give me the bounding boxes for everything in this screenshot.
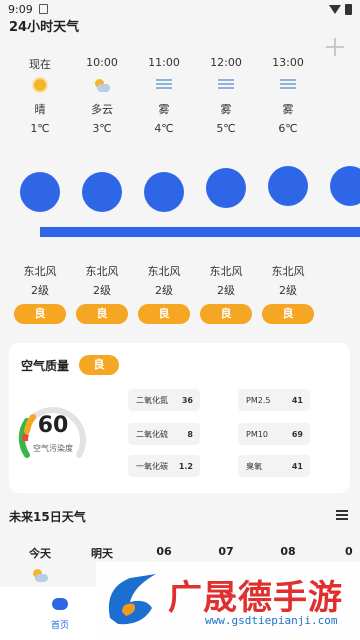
forecast-day[interactable]: 明天 — [71, 545, 133, 561]
hour-wind-direction: 东北风 — [147, 265, 181, 278]
hour-aqi-badge: 良 — [200, 304, 252, 324]
hour-aqi-badge: 良 — [14, 304, 66, 324]
pollutant-value: 69 — [291, 429, 303, 439]
menu-icon[interactable] — [336, 510, 348, 520]
hour-temperature: 3℃ — [92, 122, 112, 135]
fog-icon — [156, 79, 172, 89]
pollutant-item: PM2.5 41 — [238, 389, 310, 411]
forecast-title: 未来15日天气 — [9, 510, 86, 524]
pollutant-item: 二氧化氮 36 — [128, 389, 200, 411]
hour-condition: 晴 — [34, 103, 46, 116]
forecast-day[interactable]: 08 — [257, 545, 319, 558]
pollutant-name: 一氧化碳 — [136, 461, 168, 471]
hour-temperature: 6℃ — [278, 122, 298, 135]
watermark-url: www.gsdtiepianji.com — [205, 614, 338, 627]
hour-condition: 雾 — [158, 103, 170, 116]
pollutant-value: 1.2 — [178, 461, 193, 471]
status-time: 9:09 — [8, 2, 33, 16]
temperature-point — [206, 168, 246, 208]
hour-aqi-badge: 良 — [138, 304, 190, 324]
hour-wind-level: 2级 — [155, 284, 173, 297]
temperature-line — [40, 227, 360, 237]
hour-time: 12:00 — [210, 56, 242, 69]
fog-icon — [218, 79, 234, 89]
pollutant-item: 二氧化硫 8 — [128, 423, 200, 445]
pollutant-name: 二氧化硫 — [136, 429, 168, 439]
pollutant-value: 36 — [181, 395, 193, 405]
hour-time: 13:00 — [272, 56, 304, 69]
temperature-point — [144, 172, 184, 212]
page-title: 24小时天气 — [9, 20, 80, 35]
hour-condition: 雾 — [282, 103, 294, 116]
temperature-point — [20, 172, 60, 212]
hour-aqi-badge: 良 — [76, 304, 128, 324]
hour-wind-level: 2级 — [31, 284, 49, 297]
temperature-point — [268, 166, 308, 206]
hour-wind-direction: 东北风 — [23, 265, 57, 278]
pollutant-value: 41 — [291, 395, 303, 405]
forecast-day[interactable]: 今天 — [9, 545, 71, 561]
temperature-point — [330, 166, 360, 206]
watermark-logo-icon — [108, 574, 156, 625]
nav-home-label: 首页 — [50, 621, 69, 631]
pollutant-value: 41 — [291, 461, 303, 471]
temperature-point — [82, 172, 122, 212]
nav-home[interactable]: 首页 — [40, 598, 80, 631]
wifi-icon — [329, 4, 341, 14]
fog-icon — [280, 79, 296, 89]
pollutant-name: 臭氧 — [246, 461, 262, 471]
sun-icon — [34, 79, 46, 91]
hour-temperature: 5℃ — [216, 122, 236, 135]
pollutant-item: PM10 69 — [238, 423, 310, 445]
partly-cloudy-icon — [31, 569, 49, 583]
forecast-day[interactable]: 0 — [319, 545, 360, 558]
pollutant-item: 一氧化碳 1.2 — [128, 455, 200, 477]
hour-aqi-badge: 良 — [262, 304, 314, 324]
air-quality-title: 空气质量 — [21, 359, 70, 373]
pollutant-name: 二氧化氮 — [136, 395, 168, 405]
watermark-brand: 广晟德手游 — [168, 578, 343, 618]
cloud-icon — [52, 598, 68, 610]
forecast-day[interactable]: 06 — [133, 545, 195, 558]
battery-icon — [345, 3, 352, 15]
aqi-value: 60 — [37, 413, 69, 438]
hour-temperature: 4℃ — [154, 122, 174, 135]
hour-wind-direction: 东北风 — [209, 265, 243, 278]
partly-cloudy-icon — [93, 79, 111, 93]
hour-wind-level: 2级 — [93, 284, 111, 297]
pollutant-item: 臭氧 41 — [238, 455, 310, 477]
hour-condition: 多云 — [91, 103, 113, 116]
hour-wind-direction: 东北风 — [85, 265, 119, 278]
hour-wind-direction: 东北风 — [271, 265, 305, 278]
forecast-day[interactable]: 07 — [195, 545, 257, 558]
hour-wind-level: 2级 — [217, 284, 235, 297]
air-quality-card[interactable]: 空气质量 良 60 空气污染度 二氧化氮 36 PM2.5 41 二氧化硫 8 … — [9, 343, 350, 493]
hour-time: 现在 — [29, 58, 51, 71]
hour-time: 10:00 — [86, 56, 118, 69]
aqi-value-label: 空气污染度 — [33, 444, 73, 453]
air-quality-badge: 良 — [79, 355, 119, 375]
hour-condition: 雾 — [220, 103, 232, 116]
hour-time: 11:00 — [148, 56, 180, 69]
pollutant-name: PM10 — [246, 429, 268, 439]
hour-wind-level: 2级 — [279, 284, 297, 297]
notification-icon — [38, 4, 48, 14]
hour-temperature: 1℃ — [30, 122, 50, 135]
pollutant-value: 8 — [187, 429, 193, 439]
hourly-forecast[interactable]: 现在 晴 1℃ 东北风 2级 良 10:00 多云 3℃ 东北风 2级 良 11… — [0, 52, 360, 332]
pollutant-name: PM2.5 — [246, 395, 271, 405]
